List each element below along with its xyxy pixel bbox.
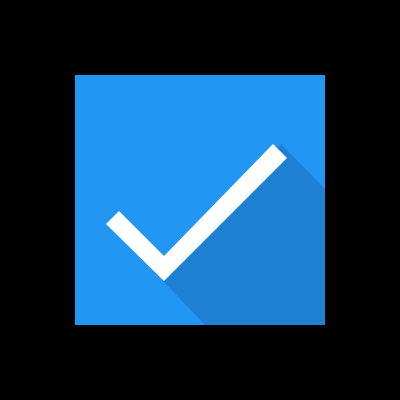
checkbox-svg: [75, 75, 325, 325]
checked-checkbox-icon[interactable]: [75, 75, 325, 325]
icon-canvas: [0, 0, 400, 400]
